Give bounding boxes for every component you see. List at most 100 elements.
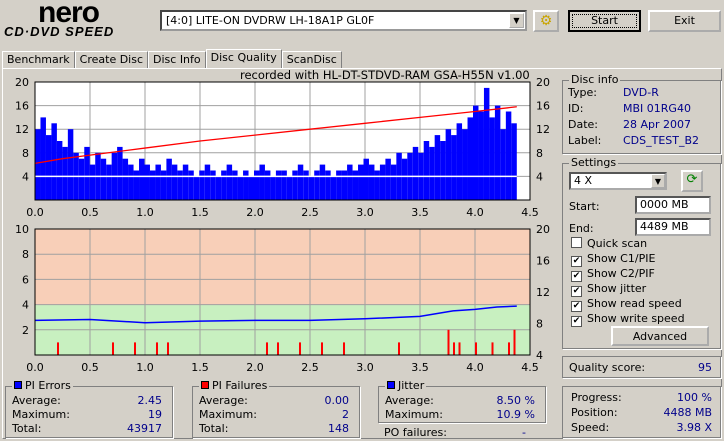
pi-errors-total: 43917 xyxy=(127,422,162,435)
checkbox-show-c2-pif[interactable]: ✔ Show C2/PIF xyxy=(571,267,655,282)
checkbox-quick-scan[interactable]: Quick scan xyxy=(571,237,647,250)
disc-id: MBI 01RG40 xyxy=(623,102,691,115)
chevron-down-icon[interactable]: ▼ xyxy=(509,13,524,28)
pi-error-bar xyxy=(440,141,446,200)
exit-button[interactable]: Exit xyxy=(648,10,721,32)
pi-failure-bar xyxy=(57,342,59,355)
pi-error-bar xyxy=(259,164,265,200)
position-value: 4488 MB xyxy=(663,406,712,419)
maximum-label: Maximum: xyxy=(385,408,443,421)
pi-error-bar xyxy=(128,164,134,200)
pi-error-bar xyxy=(390,164,397,200)
pi-failure-bar xyxy=(508,342,510,355)
speed-label: Speed: xyxy=(571,421,610,434)
quality-score-value: 95 xyxy=(698,361,712,374)
position-label: Position: xyxy=(571,406,618,419)
po-failures-label: PO failures: xyxy=(384,426,447,439)
x-tick-label: 3.0 xyxy=(356,361,374,372)
pi-error-bar xyxy=(478,111,484,200)
speed-select[interactable]: 4 X ▼ xyxy=(569,172,667,190)
pi-error-bar xyxy=(171,164,178,200)
checkbox-box[interactable]: ✔ xyxy=(571,316,582,327)
x-tick-label: 1.0 xyxy=(136,361,154,372)
checkbox-box[interactable]: ✔ xyxy=(571,256,582,267)
pi-failure-bar xyxy=(398,342,400,355)
checkbox-show-c1-pie[interactable]: ✔ Show C1/PIE xyxy=(571,252,655,267)
checkbox-show-write-speed[interactable]: ✔ Show write speed xyxy=(571,312,685,327)
pi-failure-bar xyxy=(321,342,323,355)
tab-scandisc[interactable]: ScanDisc xyxy=(281,51,342,69)
average-label: Average: xyxy=(12,394,61,407)
tab-disc-quality[interactable]: Disc Quality xyxy=(205,49,282,69)
pi-failure-bar xyxy=(299,342,301,355)
pi-error-bar xyxy=(45,135,52,200)
pi-error-bar xyxy=(149,170,156,200)
tab-benchmark[interactable]: Benchmark xyxy=(2,51,75,69)
pi-error-bar xyxy=(456,123,463,200)
pi-error-bar xyxy=(144,164,150,200)
pi-error-bar xyxy=(117,146,123,200)
end-input[interactable]: 4489 MB xyxy=(635,218,711,236)
pi-error-bar xyxy=(35,129,41,200)
pi-failures-average: 0.00 xyxy=(324,394,350,407)
advanced-button[interactable]: Advanced xyxy=(611,326,709,346)
pi-error-bar xyxy=(297,164,304,200)
pi-error-bar xyxy=(330,176,337,200)
drive-select-value: [4:0] LITE-ON DVDRW LH-18A1P GL0F xyxy=(166,14,375,27)
checkbox-label: Show C1/PIE xyxy=(587,252,656,265)
chevron-down-icon[interactable]: ▼ xyxy=(651,174,665,188)
pi-failure-bar xyxy=(156,342,158,355)
drive-settings-icon[interactable]: ⚙ xyxy=(533,10,559,32)
refresh-icon[interactable]: ⟳ xyxy=(681,170,703,192)
checkbox-box[interactable]: ✔ xyxy=(571,271,582,282)
y2-tick-label: 8 xyxy=(536,147,543,160)
x-tick-label: 1.0 xyxy=(136,206,154,219)
checkbox-show-jitter[interactable]: ✔ Show jitter xyxy=(571,282,646,297)
pi-error-bar xyxy=(204,164,211,200)
y-tick-label: 8 xyxy=(22,248,29,261)
pi-error-bar xyxy=(106,164,112,200)
pi-error-bar xyxy=(182,164,189,200)
checkbox-box[interactable] xyxy=(571,237,582,248)
pi-error-bar xyxy=(445,129,452,200)
disc-date: 28 Apr 2007 xyxy=(623,118,692,131)
pi-error-bar xyxy=(51,123,57,200)
x-tick-label: 4.0 xyxy=(466,206,484,219)
pi-failures-title: PI Failures xyxy=(199,379,270,392)
pi-errors-title: PI Errors xyxy=(12,379,73,392)
pi-error-bar xyxy=(100,158,107,200)
pi-error-bar xyxy=(177,170,183,200)
pi-error-bar xyxy=(500,129,506,200)
x-tick-label: 0.0 xyxy=(26,206,44,219)
disc-label: CDS_TEST_B2 xyxy=(623,134,700,147)
cd-dvd-speed-logo: CD·DVD SPEED xyxy=(4,24,115,39)
pi-error-bar xyxy=(188,170,194,200)
start-label: Start: xyxy=(569,200,600,213)
pi-error-bar xyxy=(347,164,353,200)
drive-select[interactable]: [4:0] LITE-ON DVDRW LH-18A1P GL0F ▼ xyxy=(160,10,527,31)
start-button[interactable]: Start xyxy=(568,10,641,32)
checkbox-box[interactable]: ✔ xyxy=(571,286,582,297)
settings-group: Settings 4 X ▼ ⟳ Start: 0000 MB End: 4489… xyxy=(562,156,721,349)
pi-failure-bar xyxy=(167,342,169,355)
pi-error-bar xyxy=(270,176,276,200)
bad-zone xyxy=(35,229,530,305)
pi-failure-bar xyxy=(491,342,494,355)
checkbox-label: Show C2/PIF xyxy=(587,267,655,280)
tab-disc-info[interactable]: Disc Info xyxy=(148,51,206,69)
pi-error-bar xyxy=(308,176,315,200)
y2-tick-label: 16 xyxy=(536,255,550,268)
pi-error-bar xyxy=(473,105,479,200)
pi-error-bar xyxy=(423,141,430,200)
pi-failure-bar xyxy=(266,342,268,355)
jitter-title: Jitter xyxy=(385,379,427,392)
pi-errors-average: 2.45 xyxy=(137,394,163,407)
checkbox-box[interactable]: ✔ xyxy=(571,301,582,312)
pi-error-bar xyxy=(358,164,364,200)
pi-error-bar xyxy=(160,170,167,200)
tab-create-disc[interactable]: Create Disc xyxy=(74,51,149,69)
pi-error-bar xyxy=(193,176,200,200)
checkbox-show-read-speed[interactable]: ✔ Show read speed xyxy=(571,297,682,312)
pi-error-bar xyxy=(67,129,74,200)
start-input[interactable]: 0000 MB xyxy=(635,196,711,214)
